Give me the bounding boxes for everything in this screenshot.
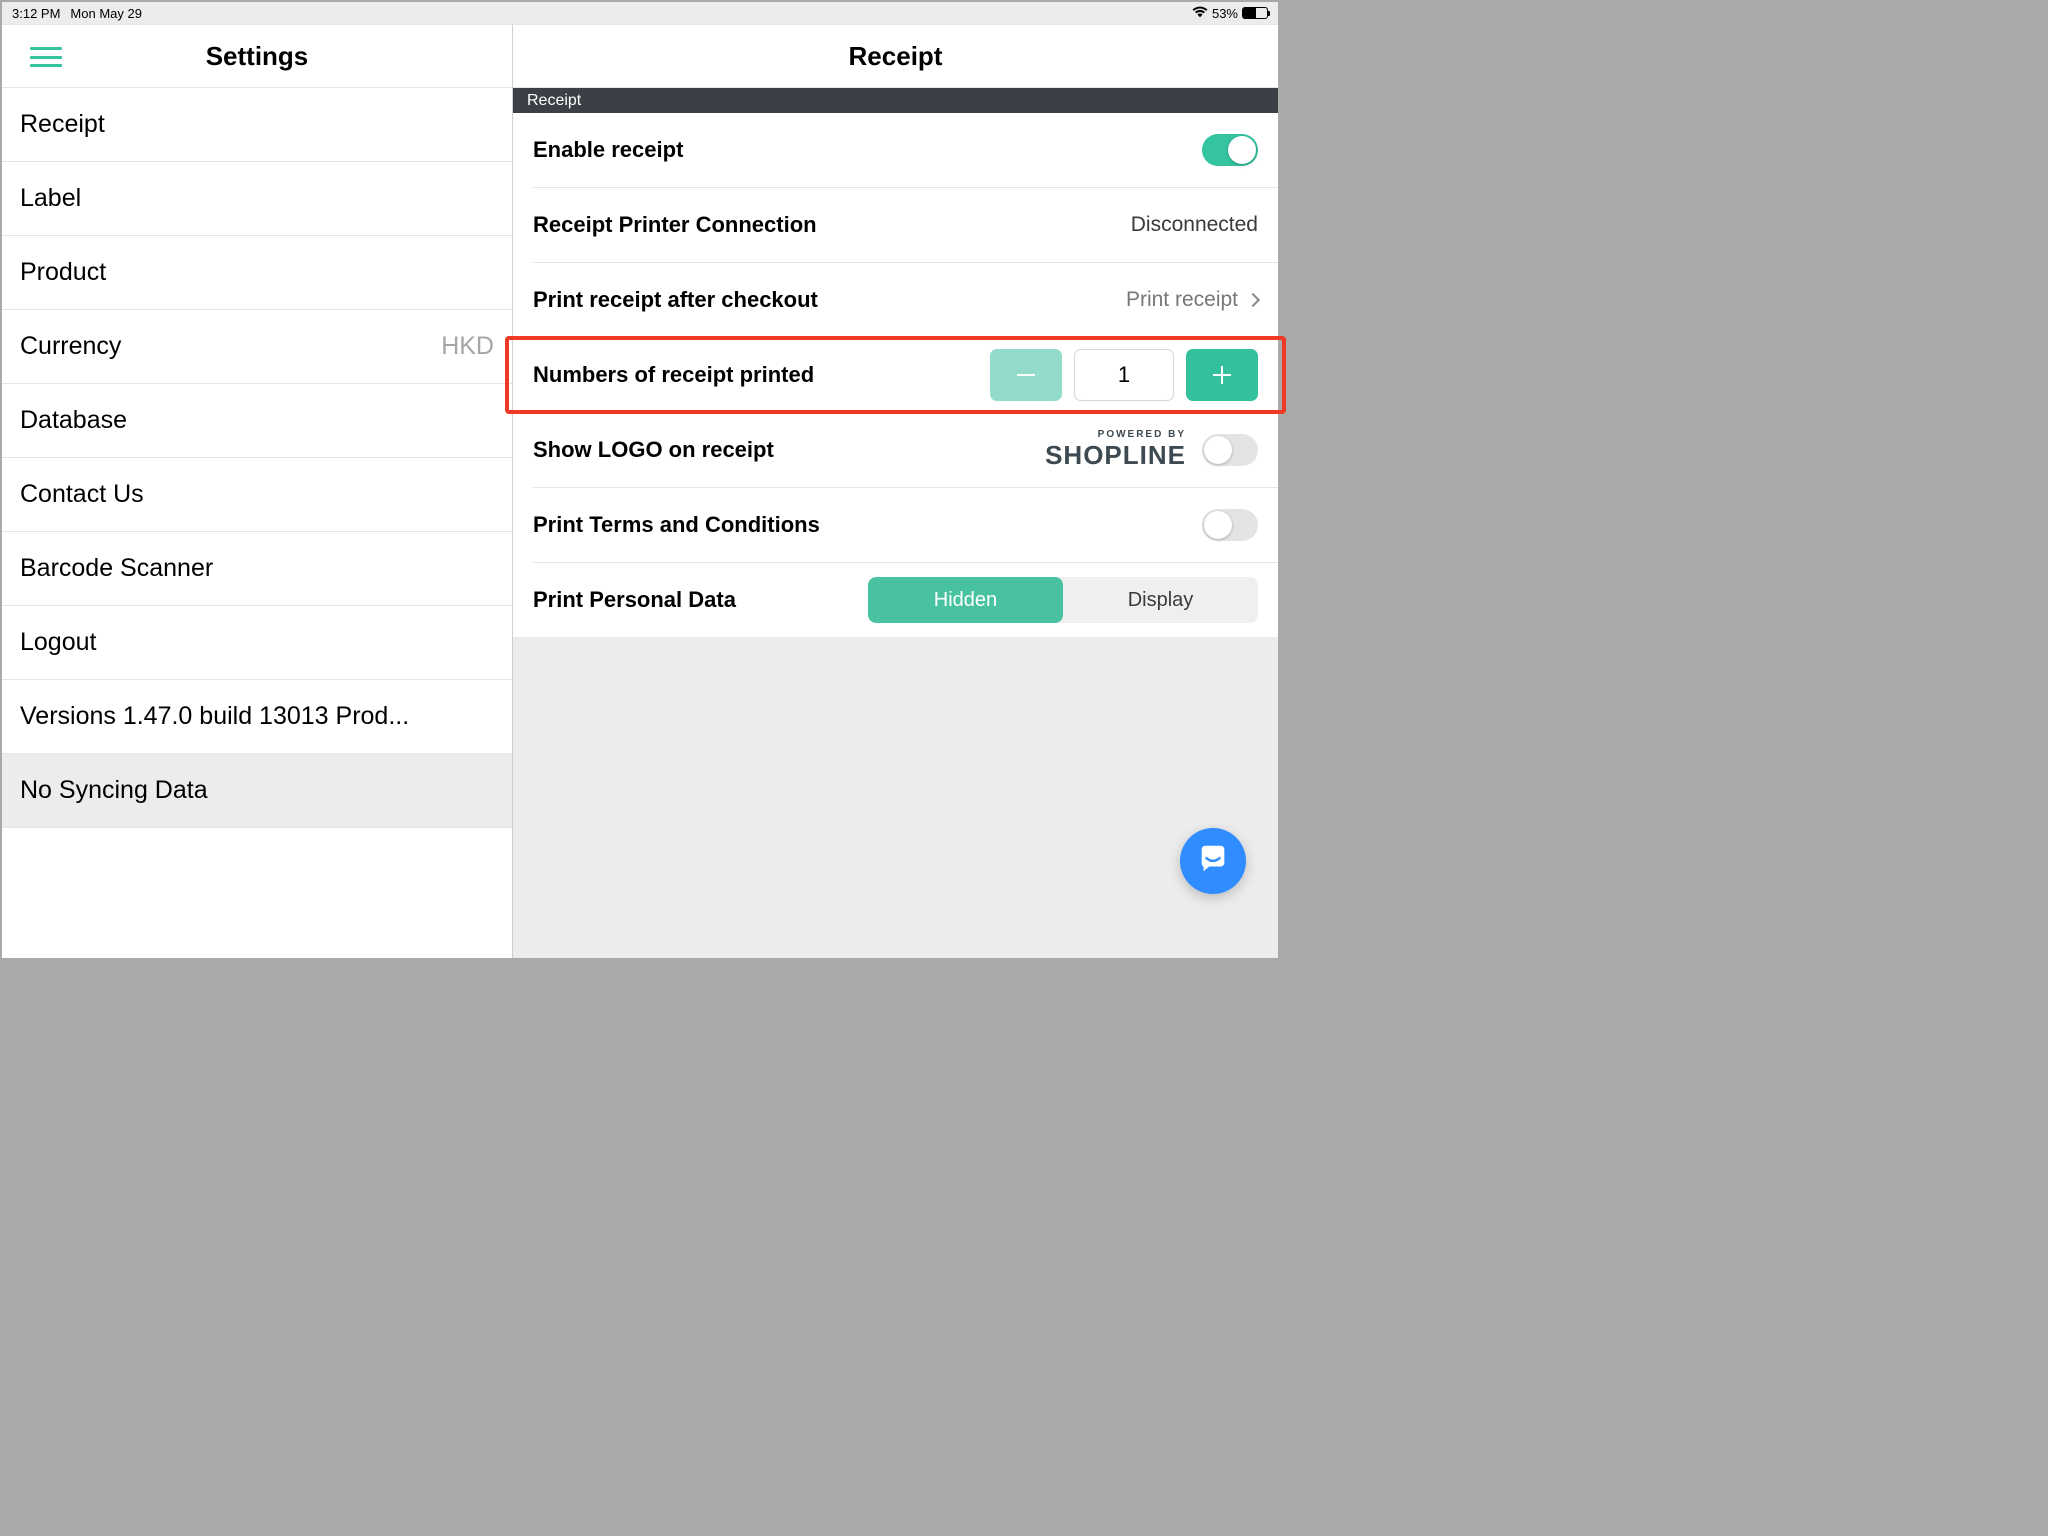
row-label: Print receipt after checkout (533, 287, 818, 313)
battery-icon (1242, 7, 1268, 19)
receipt-count-input[interactable] (1074, 349, 1174, 401)
sidebar-item-sync-status[interactable]: No Syncing Data (2, 754, 512, 828)
sidebar-item-receipt[interactable]: Receipt (2, 88, 512, 162)
toggle-enable-receipt[interactable] (1202, 134, 1258, 166)
currency-value: HKD (441, 332, 494, 361)
increment-button[interactable] (1186, 349, 1258, 401)
hamburger-icon[interactable] (30, 47, 62, 67)
sidebar-item-logout[interactable]: Logout (2, 606, 512, 680)
row-label: Enable receipt (533, 137, 683, 163)
section-header-receipt: Receipt (513, 88, 1278, 113)
sidebar-item-currency[interactable]: Currency HKD (2, 310, 512, 384)
status-time: 3:12 PM (12, 6, 60, 21)
sidebar-item-database[interactable]: Database (2, 384, 512, 458)
row-printer-connection[interactable]: Receipt Printer Connection Disconnected (513, 188, 1278, 262)
row-enable-receipt: Enable receipt (513, 113, 1278, 187)
row-show-logo: Show LOGO on receipt POWERED BY SHOPLINE (513, 413, 1278, 487)
chat-icon (1196, 842, 1230, 881)
detail-pane: Receipt Receipt Enable receipt Receipt P… (512, 24, 1278, 958)
decrement-button[interactable] (990, 349, 1062, 401)
toggle-print-terms[interactable] (1202, 509, 1258, 541)
printer-status: Disconnected (1131, 213, 1258, 237)
status-bar: 3:12 PM Mon May 29 53% (2, 2, 1278, 24)
sidebar-item-label[interactable]: Label (2, 162, 512, 236)
row-label: Receipt Printer Connection (533, 212, 817, 238)
status-date: Mon May 29 (70, 6, 142, 21)
chat-fab[interactable] (1180, 828, 1246, 894)
detail-title: Receipt (849, 41, 943, 72)
row-print-personal-data: Print Personal Data Hidden Display (513, 563, 1278, 637)
row-label: Print Terms and Conditions (533, 512, 820, 538)
row-label: Numbers of receipt printed (533, 362, 814, 388)
row-number-receipts-printed: Numbers of receipt printed (513, 338, 1278, 412)
sidebar-item-barcode-scanner[interactable]: Barcode Scanner (2, 532, 512, 606)
wifi-icon (1192, 6, 1208, 21)
sidebar-item-product[interactable]: Product (2, 236, 512, 310)
battery-percent: 53% (1212, 6, 1238, 21)
chevron-right-icon (1246, 293, 1260, 307)
segment-display[interactable]: Display (1063, 577, 1258, 623)
row-print-after-checkout[interactable]: Print receipt after checkout Print recei… (513, 263, 1278, 337)
segment-hidden[interactable]: Hidden (868, 577, 1063, 623)
shopline-logo: POWERED BY SHOPLINE (1045, 429, 1186, 471)
sidebar-item-version[interactable]: Versions 1.47.0 build 13013 Prod... (2, 680, 512, 754)
row-label: Print Personal Data (533, 587, 736, 613)
toggle-show-logo[interactable] (1202, 434, 1258, 466)
settings-sidebar: Settings Receipt Label Product Currency … (2, 24, 512, 958)
row-print-terms: Print Terms and Conditions (513, 488, 1278, 562)
sidebar-item-contact-us[interactable]: Contact Us (2, 458, 512, 532)
personal-data-segmented[interactable]: Hidden Display (868, 577, 1258, 623)
row-label: Show LOGO on receipt (533, 437, 774, 463)
settings-title: Settings (2, 41, 512, 72)
after-checkout-value: Print receipt (1126, 288, 1238, 312)
